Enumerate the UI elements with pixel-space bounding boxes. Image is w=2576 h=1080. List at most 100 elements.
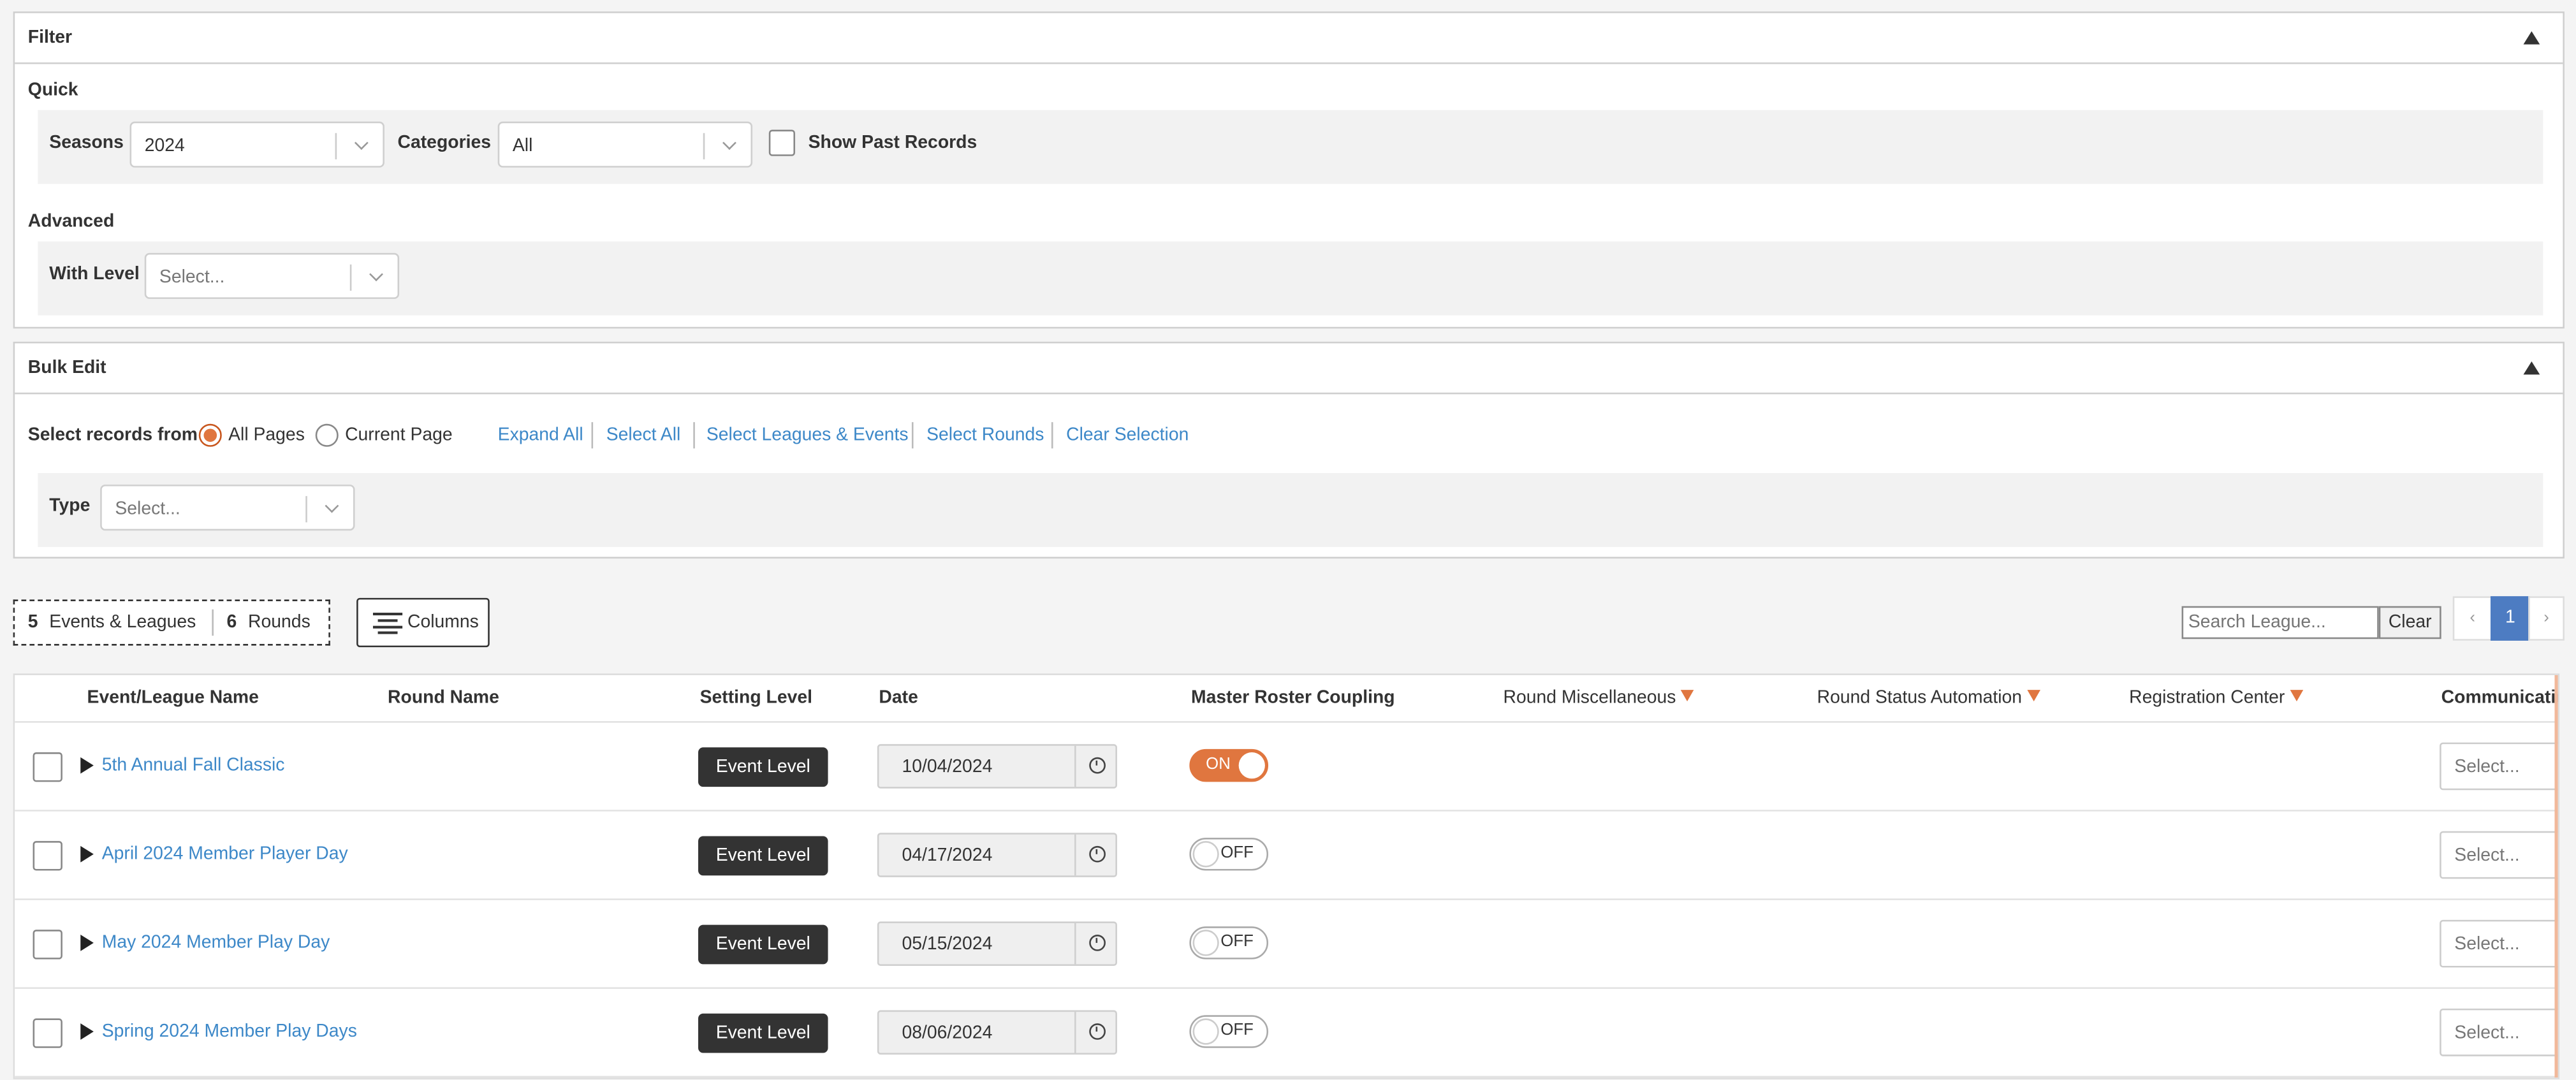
col-header-registration-center[interactable]: Registration Center	[2129, 689, 2303, 708]
divider	[591, 422, 594, 449]
communication-select[interactable]: Select...	[2440, 1008, 2558, 1056]
expand-row-icon[interactable]	[80, 845, 94, 863]
categories-select[interactable]: All	[497, 121, 753, 168]
clear-search-button[interactable]: Clear	[2378, 606, 2441, 639]
master-roster-toggle[interactable]: OFF	[1189, 838, 1269, 871]
select-separator	[349, 264, 352, 291]
seasons-select[interactable]: 2024	[129, 121, 384, 168]
expand-all-link[interactable]: Expand All	[498, 425, 583, 445]
communication-select[interactable]: Select...	[2440, 919, 2558, 968]
date-field[interactable]: 10/04/2024	[877, 744, 1118, 789]
advanced-label: Advanced	[27, 212, 115, 232]
col-header-setting-level[interactable]: Setting Level	[700, 689, 812, 708]
show-past-records-label[interactable]: Show Past Records	[809, 133, 977, 153]
master-roster-toggle[interactable]: ON	[1189, 748, 1269, 782]
event-name-link[interactable]: May 2024 Member Play Day	[102, 933, 330, 952]
with-level-select[interactable]: Select...	[144, 252, 400, 299]
collapse-bulk-edit-icon[interactable]	[2523, 361, 2540, 375]
row-checkbox[interactable]	[33, 930, 62, 960]
bulk-edit-title: Bulk Edit	[27, 358, 106, 378]
divider	[911, 422, 914, 449]
rounds-label: Rounds	[248, 613, 311, 632]
date-value: 08/06/2024	[902, 1023, 993, 1044]
master-roster-toggle[interactable]: OFF	[1189, 926, 1269, 960]
event-name-link[interactable]: Spring 2024 Member Play Days	[102, 1022, 357, 1042]
bulk-edit-panel: Bulk Edit Select records from All Pages …	[13, 341, 2565, 559]
dropdown-triangle-icon[interactable]	[1681, 690, 1694, 702]
clock-icon[interactable]	[1089, 935, 1106, 951]
horizontal-scroll-indicator[interactable]	[2554, 675, 2558, 1078]
dropdown-triangle-icon[interactable]	[2026, 690, 2040, 702]
col-header-round-status-automation[interactable]: Round Status Automation	[1817, 689, 2040, 708]
all-pages-label[interactable]: All Pages	[228, 425, 305, 445]
type-label: Type	[49, 496, 91, 516]
expand-row-icon[interactable]	[80, 935, 94, 951]
row-checkbox[interactable]	[33, 752, 62, 782]
setting-level-button[interactable]: Event Level	[698, 747, 828, 787]
current-page-radio[interactable]	[315, 423, 339, 447]
row-checkbox[interactable]	[33, 841, 62, 871]
prev-page-button[interactable]: ‹	[2452, 596, 2492, 641]
col-header-date[interactable]: Date	[879, 689, 918, 708]
toggle-label: OFF	[1220, 844, 1254, 863]
expand-row-icon[interactable]	[80, 757, 94, 774]
dropdown-triangle-icon[interactable]	[2290, 690, 2303, 702]
expand-row-icon[interactable]	[80, 1023, 94, 1040]
event-name-link[interactable]: 5th Annual Fall Classic	[102, 755, 285, 775]
select-rounds-link[interactable]: Select Rounds	[926, 425, 1044, 445]
categories-value: All	[512, 136, 533, 156]
bulk-edit-panel-header[interactable]: Bulk Edit	[15, 343, 2563, 395]
date-field[interactable]: 05/15/2024	[877, 921, 1118, 966]
divider	[693, 422, 695, 449]
date-value: 04/17/2024	[902, 845, 993, 866]
current-page-label[interactable]: Current Page	[345, 425, 453, 445]
select-leagues-events-link[interactable]: Select Leagues & Events	[706, 425, 909, 445]
type-select[interactable]: Select...	[100, 485, 355, 531]
show-past-records-checkbox[interactable]	[768, 129, 796, 156]
col-header-round-miscellaneous[interactable]: Round Miscellaneous	[1503, 689, 1694, 708]
communication-select[interactable]: Select...	[2440, 742, 2558, 791]
with-level-label: With Level	[49, 264, 140, 284]
row-checkbox[interactable]	[33, 1018, 62, 1048]
round-miscellaneous-label: Round Miscellaneous	[1503, 688, 1676, 708]
date-field[interactable]: 04/17/2024	[877, 833, 1118, 877]
events-table: Event/League Name Round Name Setting Lev…	[13, 673, 2560, 1079]
col-header-communication[interactable]: Communication	[2441, 689, 2558, 708]
date-field[interactable]: 08/06/2024	[877, 1010, 1118, 1055]
setting-level-button[interactable]: Event Level	[698, 1013, 828, 1053]
col-header-master-roster-coupling[interactable]: Master Roster Coupling	[1191, 689, 1395, 708]
col-header-event-name[interactable]: Event/League Name	[87, 689, 259, 708]
record-counts: 5 Events & Leagues 6 Rounds	[13, 599, 330, 646]
all-pages-radio[interactable]	[198, 423, 222, 447]
communication-placeholder: Select...	[2454, 1023, 2520, 1044]
event-name-link[interactable]: April 2024 Member Player Day	[102, 844, 348, 864]
clock-icon[interactable]	[1089, 757, 1106, 774]
clear-selection-link[interactable]: Clear Selection	[1066, 425, 1189, 445]
select-separator	[335, 133, 337, 159]
events-count: 5	[27, 613, 38, 632]
setting-level-button[interactable]: Event Level	[698, 924, 828, 965]
date-separator	[1074, 745, 1076, 787]
filter-panel-header[interactable]: Filter	[15, 13, 2563, 64]
select-separator	[703, 133, 705, 159]
select-all-link[interactable]: Select All	[606, 425, 681, 445]
clock-icon[interactable]	[1089, 1023, 1106, 1040]
divider	[212, 609, 214, 636]
communication-select[interactable]: Select...	[2440, 831, 2558, 879]
categories-label: Categories	[397, 133, 492, 153]
chevron-down-icon	[722, 136, 736, 150]
clock-icon[interactable]	[1089, 845, 1106, 863]
toggle-label: ON	[1206, 755, 1231, 774]
chevron-down-icon	[354, 136, 369, 150]
page-1-button[interactable]: 1	[2490, 596, 2530, 641]
with-level-placeholder: Select...	[159, 267, 225, 288]
setting-level-button[interactable]: Event Level	[698, 836, 828, 876]
col-header-round-name[interactable]: Round Name	[388, 689, 499, 708]
master-roster-toggle[interactable]: OFF	[1189, 1015, 1269, 1048]
toggle-label: OFF	[1220, 1021, 1254, 1040]
columns-icon	[372, 613, 403, 634]
columns-button[interactable]: Columns	[356, 597, 490, 648]
collapse-filter-icon[interactable]	[2523, 31, 2540, 45]
next-page-button[interactable]: ›	[2528, 596, 2565, 641]
search-league-input[interactable]	[2181, 606, 2379, 639]
